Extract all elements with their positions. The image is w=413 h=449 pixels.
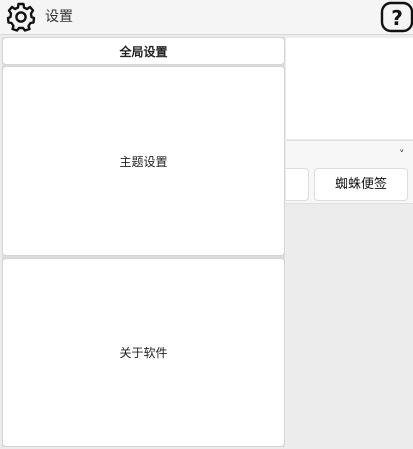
menu-item-label: 主题设置	[119, 154, 168, 169]
chevron-down-icon[interactable]: ˅	[399, 148, 405, 161]
menu-item-label: 关于软件	[119, 346, 168, 360]
page-title: 设置	[45, 9, 73, 25]
background-button-partial[interactable]	[286, 168, 309, 201]
top-bar: 设置 ?	[0, 0, 413, 35]
menu-item-global-settings[interactable]: 全局设置	[2, 37, 285, 65]
gear-icon[interactable]	[5, 2, 37, 32]
menu-item-label: 全局设置	[119, 44, 168, 59]
help-icon[interactable]: ?	[380, 0, 413, 34]
spider-notes-button[interactable]: 蜘蛛便签	[314, 168, 408, 201]
settings-menu: 全局设置 主题设置 关于软件	[2, 37, 285, 447]
menu-item-about-software[interactable]: 关于软件	[2, 258, 285, 447]
svg-text:?: ?	[391, 6, 403, 30]
menu-item-theme-settings[interactable]: 主题设置	[2, 66, 285, 256]
background-panel	[286, 38, 413, 139]
